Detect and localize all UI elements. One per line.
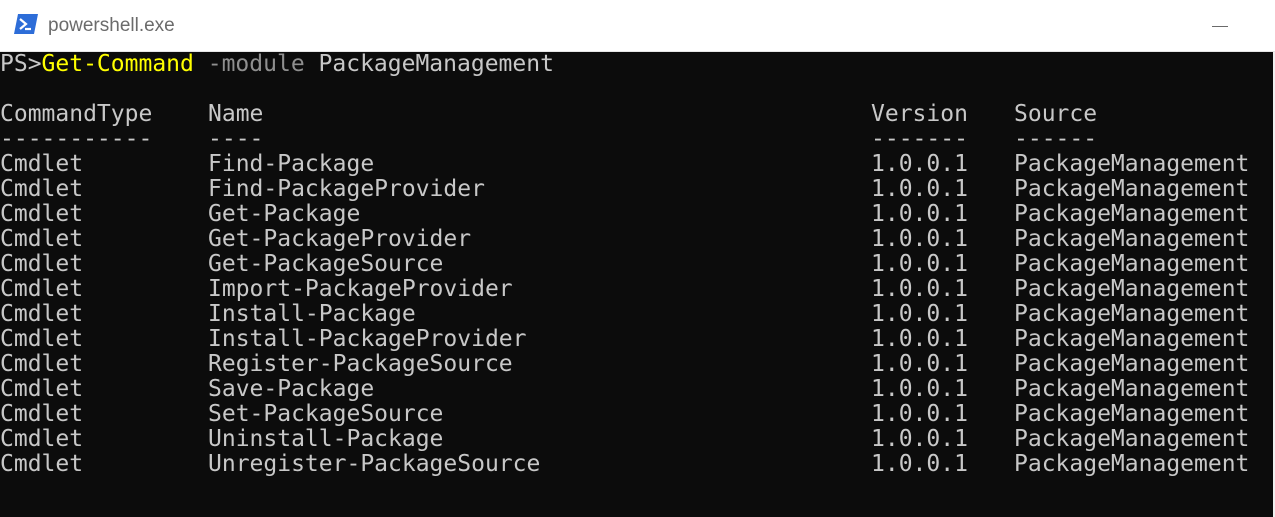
command-name-cell: Find-PackageProvider [208,176,485,202]
version-cell: 1.0.0.1 [871,376,968,402]
source-cell: PackageManagement [1014,401,1250,427]
command-type: Cmdlet [0,226,84,252]
column-header: Version [871,101,968,127]
version-cell: 1.0.0.1 [871,226,968,252]
table-row: Cmdlet Install-Package 1.0.0.1 PackageManag… [0,302,1273,327]
table-row: Cmdlet Get-PackageSource 1.0.0.1 PackageMan… [0,252,1273,277]
command-type: Cmdlet [0,151,84,177]
source-cell: PackageManagement [1014,201,1250,227]
table-row: Cmdlet Find-PackageProvider 1.0.0.1 Package… [0,177,1273,202]
command-type: Cmdlet [0,351,84,377]
command-name-cell: Import-PackageProvider [208,276,513,302]
console-output[interactable]: PS>Get-Command -module PackageManagement… [0,52,1273,517]
column-underline: ---- [208,126,264,152]
prompt-line: PS>Get-Command -module PackageManagement [0,52,554,77]
command-name-cell: Install-PackageProvider [208,326,527,352]
table-row: Cmdlet Set-PackageSource 1.0.0.1 PackageMan… [0,402,1273,427]
source-cell: PackageManagement [1014,251,1250,277]
command-type: Cmdlet [0,426,84,452]
source-cell: PackageManagement [1014,151,1250,177]
command-type: Cmdlet [0,326,84,352]
command-name: Get-Command [41,51,194,77]
minimize-button[interactable] [1180,0,1260,52]
command-type: Cmdlet [0,176,84,202]
command-type: Cmdlet [0,376,84,402]
command-name-cell: Get-PackageSource [208,251,444,277]
command-name-cell: Find-Package [208,151,375,177]
column-header: Source [1014,101,1098,127]
command-name-cell: Get-Package [208,201,361,227]
version-cell: 1.0.0.1 [871,151,968,177]
column-header: CommandType [0,101,153,127]
version-cell: 1.0.0.1 [871,426,968,452]
source-cell: PackageManagement [1014,376,1250,402]
source-cell: PackageManagement [1014,426,1250,452]
table-header: CommandType Name Version Source [0,102,1273,127]
table-row: Cmdlet Save-Package 1.0.0.1 PackageManageme… [0,377,1273,402]
command-type: Cmdlet [0,251,84,277]
command-parameter: -module [207,51,305,77]
version-cell: 1.0.0.1 [871,351,968,377]
table-row: Cmdlet Register-PackageSource 1.0.0.1 Packa… [0,352,1273,377]
table-row: Cmdlet Uninstall-Package 1.0.0.1 PackageMan… [0,427,1273,452]
column-underline: ------ [1014,126,1098,152]
command-name-cell: Install-Package [208,301,416,327]
powershell-window: powershell.exe PS>Get-Command -module Pa… [0,0,1275,517]
version-cell: 1.0.0.1 [871,276,968,302]
command-name-cell: Get-PackageProvider [208,226,472,252]
source-cell: PackageManagement [1014,176,1250,202]
source-cell: PackageManagement [1014,226,1250,252]
command-name-cell: Set-PackageSource [208,401,444,427]
table-row: Cmdlet Import-PackageProvider 1.0.0.1 Packa… [0,277,1273,302]
column-header: Name [208,101,264,127]
table-row: Cmdlet Get-Package 1.0.0.1 PackageManagemen… [0,202,1273,227]
version-cell: 1.0.0.1 [871,176,968,202]
table-row: Cmdlet Install-PackageProvider 1.0.0.1 Pack… [0,327,1273,352]
command-type: Cmdlet [0,451,84,477]
window-title: powershell.exe [48,15,175,36]
command-type: Cmdlet [0,301,84,327]
title-bar[interactable]: powershell.exe [0,0,1275,52]
version-cell: 1.0.0.1 [871,401,968,427]
command-name-cell: Save-Package [208,376,375,402]
version-cell: 1.0.0.1 [871,326,968,352]
source-cell: PackageManagement [1014,351,1250,377]
minimize-icon [1212,26,1228,27]
version-cell: 1.0.0.1 [871,251,968,277]
prompt-prefix: PS> [0,51,42,77]
version-cell: 1.0.0.1 [871,451,968,477]
source-cell: PackageManagement [1014,326,1250,352]
source-cell: PackageManagement [1014,451,1250,477]
version-cell: 1.0.0.1 [871,301,968,327]
powershell-icon [14,14,38,34]
version-cell: 1.0.0.1 [871,201,968,227]
source-cell: PackageManagement [1014,276,1250,302]
column-underline: ----------- [0,126,153,152]
column-underline: ------- [871,126,968,152]
table-row: Cmdlet Find-Package 1.0.0.1 PackageManageme… [0,152,1273,177]
header-underline: ----------- ---- ------- ------ [0,127,1273,152]
source-cell: PackageManagement [1014,301,1250,327]
command-type: Cmdlet [0,401,84,427]
command-type: Cmdlet [0,201,84,227]
command-name-cell: Register-PackageSource [208,351,513,377]
table-row: Cmdlet Get-PackageProvider 1.0.0.1 PackageM… [0,227,1273,252]
command-name-cell: Uninstall-Package [208,426,444,452]
table-row: Cmdlet Unregister-PackageSource 1.0.0.1 Pac… [0,452,1273,477]
command-argument: PackageManagement [318,51,554,77]
command-type: Cmdlet [0,276,84,302]
command-name-cell: Unregister-PackageSource [208,451,541,477]
